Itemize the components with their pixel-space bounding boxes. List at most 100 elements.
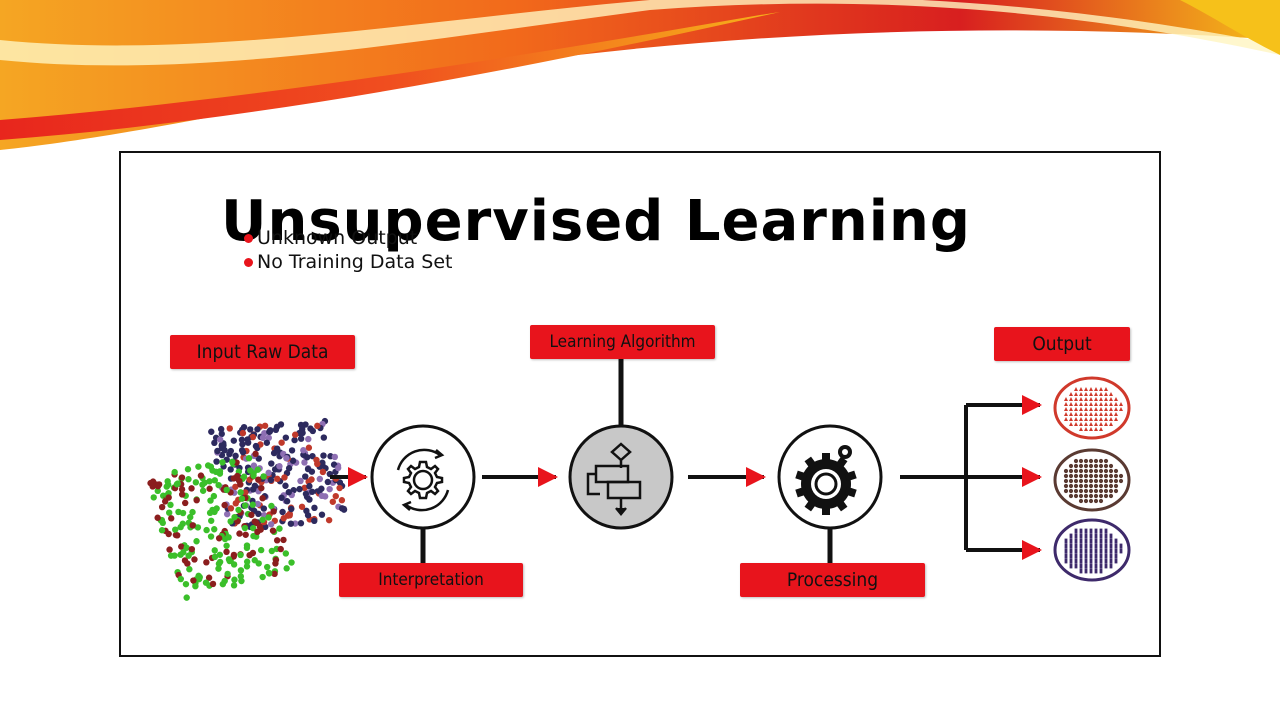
output-point	[1069, 558, 1073, 564]
data-point	[186, 566, 193, 573]
output-point	[1114, 548, 1118, 554]
data-point	[224, 570, 231, 578]
data-point	[197, 472, 205, 479]
data-point	[268, 460, 275, 467]
data-point	[251, 518, 258, 525]
output-point	[1074, 558, 1078, 564]
data-point	[1098, 498, 1104, 504]
data-point	[167, 501, 174, 509]
data-point	[316, 475, 324, 483]
data-point	[1083, 498, 1089, 504]
label-input-raw-data: Input Raw Data	[170, 335, 355, 369]
data-point	[164, 481, 172, 488]
data-point	[1068, 473, 1074, 479]
output-point	[1079, 548, 1083, 554]
data-point	[1063, 478, 1069, 484]
output-point	[1094, 563, 1098, 569]
output-point	[1104, 533, 1108, 539]
data-point	[237, 551, 244, 559]
data-point	[239, 429, 247, 437]
data-point	[1093, 463, 1099, 469]
data-point	[203, 559, 210, 566]
output-point	[1109, 558, 1113, 564]
data-point	[296, 485, 303, 493]
data-point	[166, 509, 173, 516]
output-point	[1084, 568, 1088, 574]
data-point	[227, 466, 234, 473]
data-point	[268, 547, 276, 555]
data-point	[1113, 473, 1119, 479]
data-point	[246, 551, 253, 559]
output-point	[1089, 563, 1093, 569]
data-point	[313, 456, 320, 464]
data-point	[1118, 473, 1124, 479]
label-processing: Processing	[740, 563, 925, 597]
output-point	[1079, 553, 1083, 559]
output-point	[1104, 538, 1108, 544]
data-point	[241, 524, 249, 532]
data-point	[219, 459, 226, 466]
output-point	[1094, 533, 1098, 539]
output-point	[1084, 533, 1088, 539]
data-point	[1098, 473, 1104, 479]
data-point	[231, 576, 238, 583]
data-point	[281, 474, 288, 481]
data-point	[280, 515, 287, 522]
data-point	[211, 547, 218, 554]
data-point	[240, 423, 248, 431]
output-point	[1069, 538, 1073, 544]
data-point	[154, 514, 161, 521]
data-point	[1103, 483, 1109, 489]
output-point	[1064, 558, 1068, 564]
data-point	[276, 463, 283, 470]
output-point	[1099, 538, 1103, 544]
data-point	[223, 548, 230, 556]
data-point	[266, 428, 273, 436]
data-point	[215, 565, 222, 572]
data-point	[243, 558, 251, 565]
output-point	[1089, 548, 1093, 554]
data-point	[283, 565, 290, 572]
data-point	[334, 464, 342, 472]
output-point	[1114, 538, 1118, 544]
data-point	[261, 422, 269, 429]
data-point	[252, 442, 260, 450]
data-point	[179, 509, 187, 517]
data-point	[325, 516, 333, 524]
output-point	[1064, 548, 1068, 554]
output-point	[1074, 553, 1078, 559]
data-point	[225, 556, 233, 563]
output-point	[1114, 543, 1118, 549]
data-point	[1063, 488, 1069, 494]
data-point	[1108, 473, 1114, 479]
output-point	[1099, 553, 1103, 559]
data-point	[192, 582, 199, 590]
output-point	[1069, 548, 1073, 554]
data-point	[273, 537, 281, 544]
data-point	[189, 522, 196, 529]
data-point	[1078, 463, 1084, 469]
data-point	[1063, 473, 1069, 479]
data-point	[206, 509, 214, 517]
data-point	[1103, 488, 1109, 494]
data-point	[1088, 483, 1094, 489]
data-point	[1083, 488, 1089, 494]
data-point	[215, 535, 223, 542]
output-point	[1099, 563, 1103, 569]
data-point	[177, 523, 184, 531]
data-point	[338, 505, 346, 512]
data-point	[1063, 483, 1069, 489]
data-point	[314, 422, 321, 430]
data-point	[247, 426, 254, 433]
data-point	[165, 530, 172, 538]
data-point	[266, 570, 273, 577]
data-point	[1068, 483, 1074, 489]
data-point	[1083, 473, 1089, 479]
data-point	[202, 579, 210, 586]
output-point	[1114, 553, 1118, 559]
data-point	[297, 435, 305, 442]
data-point	[237, 573, 245, 580]
processing-node	[777, 424, 883, 530]
bullet-dot	[244, 233, 253, 243]
data-point	[1088, 478, 1094, 484]
